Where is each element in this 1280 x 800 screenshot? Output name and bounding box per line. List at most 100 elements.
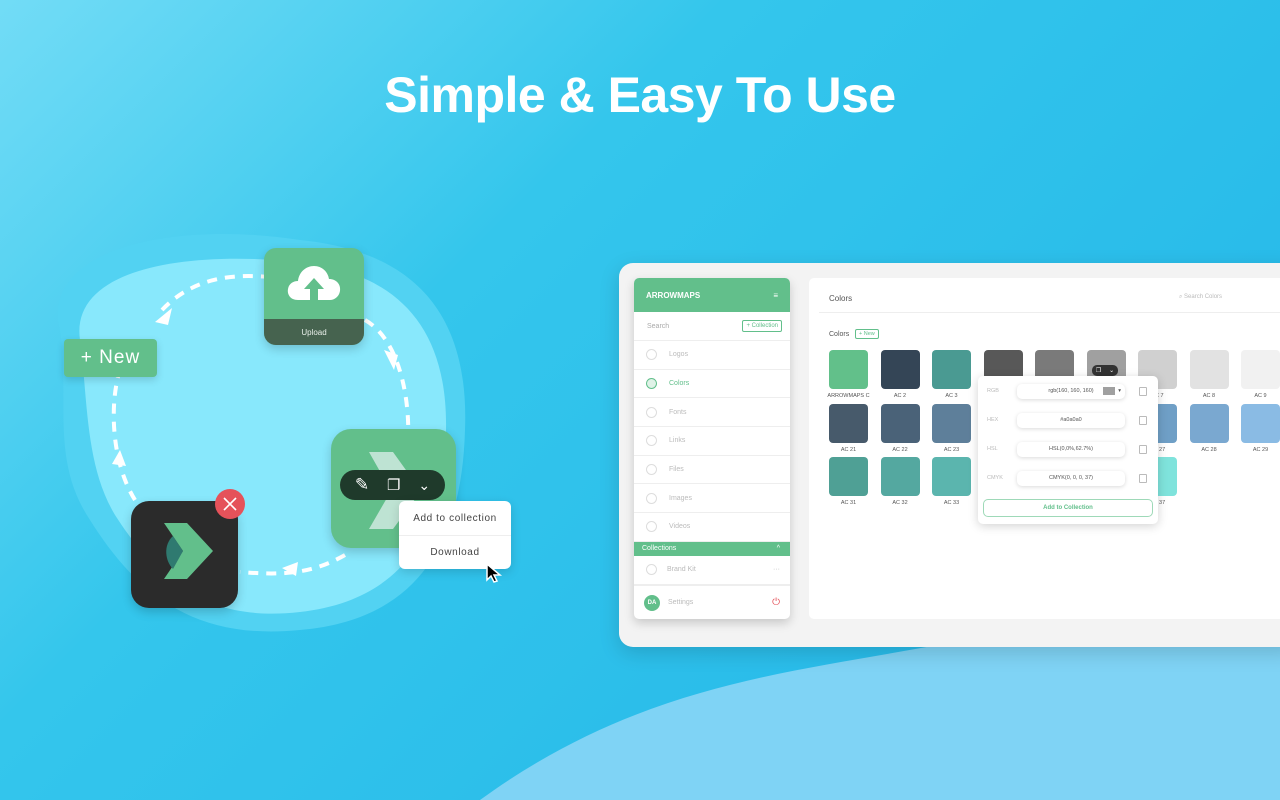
sidebar-item-logos[interactable]: Logos bbox=[634, 341, 790, 370]
swatch-label: AC 29 bbox=[1252, 446, 1269, 453]
settings-link[interactable]: Settings bbox=[668, 599, 764, 606]
color-format-row: HEX #a0a0a0 bbox=[987, 412, 1152, 428]
collections-header-label: Collections bbox=[642, 545, 677, 553]
hamburger-menu-icon[interactable]: ≡ bbox=[773, 291, 778, 300]
format-value-field[interactable]: CMYK(0, 0, 0, 37) bbox=[1017, 471, 1125, 486]
color-swatch[interactable] bbox=[932, 350, 971, 389]
colors-icon bbox=[646, 378, 657, 390]
color-swatch[interactable] bbox=[829, 457, 868, 496]
format-label: CMYK bbox=[987, 475, 1003, 481]
sidebar-item-fonts[interactable]: Fonts bbox=[634, 398, 790, 428]
links-icon bbox=[646, 435, 657, 447]
color-swatch[interactable] bbox=[880, 403, 920, 443]
close-icon bbox=[223, 497, 237, 511]
sidebar-item-label: Links bbox=[669, 437, 686, 445]
page-title: Colors bbox=[829, 294, 853, 303]
copy-icon[interactable]: ❐ bbox=[387, 476, 400, 494]
more-options-icon[interactable]: ··· bbox=[773, 566, 780, 573]
copy-icon[interactable] bbox=[1139, 386, 1147, 396]
sidebar-search-input[interactable]: Search bbox=[647, 323, 669, 330]
collection-icon bbox=[646, 564, 657, 576]
add-collection-button[interactable]: + Collection bbox=[742, 320, 782, 332]
color-swatch[interactable] bbox=[932, 403, 971, 443]
swatch-label: AC 22 bbox=[892, 446, 908, 453]
fonts-icon bbox=[646, 406, 657, 418]
collection-item-brand-kit[interactable]: Brand Kit ··· bbox=[634, 556, 790, 585]
format-label: HEX bbox=[987, 417, 999, 423]
search-colors-input[interactable]: ⌕ Search Colors bbox=[1179, 294, 1222, 301]
color-format-row: RGB rgb(160, 160, 160) ▾ bbox=[987, 383, 1152, 399]
section-title: Colors bbox=[829, 331, 850, 338]
swatch-label: AC 9 bbox=[1254, 393, 1267, 399]
upload-label: Upload bbox=[264, 319, 364, 345]
sidebar-item-colors[interactable]: Colors bbox=[634, 370, 790, 399]
collections-header[interactable]: Collections ^ bbox=[634, 541, 790, 556]
sidebar-item-images[interactable]: Images bbox=[634, 484, 790, 514]
swatch-label: AC 32 bbox=[892, 500, 908, 506]
asset-toolbar: ✎ ❐ ⌄ bbox=[340, 470, 445, 500]
sidebar-item-links[interactable]: Links bbox=[634, 427, 790, 456]
copy-icon[interactable] bbox=[1139, 415, 1147, 425]
color-swatch[interactable] bbox=[1189, 350, 1229, 389]
headline: Simple & Easy To Use bbox=[384, 67, 896, 123]
cloud-upload-icon bbox=[287, 266, 341, 302]
sidebar-item-label: Colors bbox=[669, 380, 690, 388]
color-swatch[interactable] bbox=[932, 457, 971, 496]
sidebar-item-files[interactable]: Files bbox=[634, 456, 790, 485]
pencil-icon[interactable]: ✎ bbox=[355, 475, 369, 495]
divider bbox=[819, 312, 1280, 313]
sidebar-item-label: Fonts bbox=[669, 408, 687, 416]
color-swatch[interactable] bbox=[1241, 403, 1280, 443]
color-preview-dropdown[interactable]: ▾ bbox=[1103, 387, 1121, 395]
new-color-button[interactable]: + New bbox=[855, 329, 879, 339]
color-swatch[interactable] bbox=[880, 350, 920, 389]
copy-icon[interactable] bbox=[1139, 444, 1147, 454]
menu-item-add-to-collection[interactable]: Add to collection bbox=[399, 501, 511, 535]
swatch-label: AC 21 bbox=[840, 446, 857, 453]
logout-icon[interactable]: ⏻ bbox=[772, 597, 780, 608]
asset-menu: Add to collection Download bbox=[399, 501, 511, 569]
sidebar-item-label: Files bbox=[669, 466, 684, 474]
color-swatch[interactable] bbox=[1189, 403, 1229, 443]
copy-icon[interactable]: ❐ bbox=[1096, 367, 1101, 374]
files-icon bbox=[646, 464, 657, 476]
copy-icon[interactable] bbox=[1139, 473, 1147, 483]
swatch-label: AC 3 bbox=[945, 393, 958, 399]
sidebar-item-label: Logos bbox=[669, 351, 689, 359]
format-value: CMYK(0, 0, 0, 37) bbox=[1048, 475, 1094, 481]
sidebar: ARROWMAPS ≡ Search + Collection Logos Color… bbox=[634, 278, 790, 619]
collection-label: Brand Kit bbox=[667, 566, 696, 574]
swatch-label: AC 2 bbox=[893, 393, 907, 399]
swatch-label: AC 28 bbox=[1201, 446, 1217, 453]
logos-icon bbox=[646, 349, 657, 361]
format-value: #a0a0a0 bbox=[1060, 417, 1082, 423]
add-to-collection-button[interactable]: Add to Collection bbox=[983, 499, 1153, 517]
swatch-label: AC 33 bbox=[943, 500, 960, 506]
swatch-label: AC 8 bbox=[1202, 393, 1216, 399]
chevron-down-icon[interactable]: ⌄ bbox=[1109, 367, 1114, 374]
color-format-row: HSL HSL(0,0%,62.7%) bbox=[987, 441, 1152, 457]
swatch-toolbar[interactable]: ❐ ⌄ bbox=[1092, 365, 1118, 376]
format-label: RGB bbox=[987, 388, 999, 394]
format-value: rgb(160, 160, 160) bbox=[1048, 388, 1094, 394]
new-button[interactable]: + New bbox=[64, 339, 157, 377]
swatch-label: ARROWMAPS C bbox=[827, 393, 870, 399]
color-swatch[interactable] bbox=[829, 350, 868, 389]
format-value-field[interactable]: rgb(160, 160, 160) ▾ bbox=[1017, 384, 1125, 399]
format-label: HSL bbox=[987, 446, 998, 452]
sidebar-item-label: Videos bbox=[669, 523, 691, 531]
format-value-field[interactable]: #a0a0a0 bbox=[1017, 413, 1125, 428]
upload-card[interactable]: Upload bbox=[264, 248, 364, 345]
swatch-label: AC 23 bbox=[943, 446, 960, 453]
format-value-field[interactable]: HSL(0,0%,62.7%) bbox=[1017, 442, 1125, 457]
sidebar-item-videos[interactable]: Videos bbox=[634, 513, 790, 542]
remove-button[interactable] bbox=[215, 489, 245, 519]
color-swatch[interactable] bbox=[829, 403, 868, 443]
color-swatch[interactable] bbox=[880, 457, 920, 496]
chevron-up-icon[interactable]: ^ bbox=[777, 545, 780, 552]
chevron-down-icon[interactable]: ⌄ bbox=[418, 477, 430, 494]
avatar[interactable]: DA bbox=[644, 594, 660, 611]
brand-logo: ARROWMAPS bbox=[646, 290, 701, 300]
videos-icon bbox=[646, 521, 657, 533]
color-swatch[interactable] bbox=[1241, 350, 1280, 389]
